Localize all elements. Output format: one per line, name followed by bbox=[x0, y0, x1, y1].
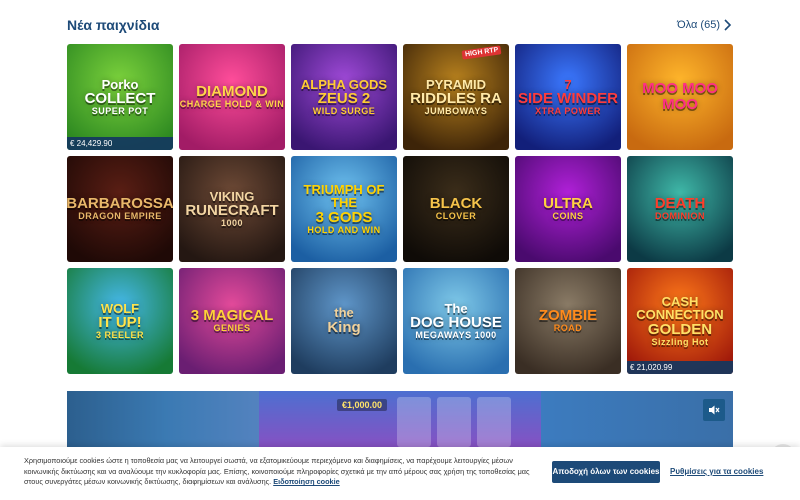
banner-reel bbox=[477, 397, 511, 447]
game-title-line: BLACK bbox=[429, 195, 483, 213]
game-title-line: SIDE WINDER bbox=[517, 90, 618, 108]
game-tile[interactable]: VIKING RUNECRAFT 1000 bbox=[179, 156, 285, 262]
game-title-line: DOG HOUSE bbox=[410, 314, 502, 332]
game-tile[interactable]: ALPHA GODS ZEUS 2 WILD SURGE bbox=[291, 44, 397, 150]
view-all-link[interactable]: Όλα (65) bbox=[677, 19, 732, 31]
jackpot-amount: € 24,429.90 bbox=[67, 137, 173, 150]
game-title-line: IT UP! bbox=[98, 314, 142, 332]
game-title-line: the bbox=[334, 305, 354, 321]
game-tile[interactable]: WOLF IT UP! 3 REELER bbox=[67, 268, 173, 374]
game-title-line: SUPER POT bbox=[91, 105, 149, 116]
game-title-line: CASH CONNECTION bbox=[636, 293, 724, 323]
chevron-right-icon bbox=[724, 19, 732, 31]
game-title-line: COINS bbox=[552, 211, 584, 222]
game-title-line: TRIUMPH OF THE bbox=[303, 181, 385, 211]
game-title-line: CLOVER bbox=[435, 211, 477, 222]
game-title-line: 3 REELER bbox=[95, 329, 144, 340]
games-grid: Porko COLLECT SUPER POT € 24,429.90 DIAMOND C… bbox=[67, 44, 733, 374]
game-title-line: ZOMBIE bbox=[538, 307, 598, 325]
cookie-notice-link[interactable]: Ειδοποίηση cookie bbox=[273, 477, 340, 486]
game-title-line: ZEUS 2 bbox=[317, 90, 371, 108]
game-tile[interactable]: MOO MOO MOO bbox=[627, 44, 733, 150]
game-title-line: ULTRA bbox=[543, 195, 593, 213]
game-title-line: XTRA POWER bbox=[535, 105, 601, 116]
game-title-line: COLLECT bbox=[84, 90, 156, 108]
game-tile[interactable]: DEATH DOMINION bbox=[627, 156, 733, 262]
game-title-line: BARBAROSSA bbox=[67, 195, 173, 213]
view-all-label: Όλα (65) bbox=[677, 19, 720, 31]
game-title-line: 3 GODS bbox=[315, 209, 373, 227]
game-title-line: GOLDEN bbox=[647, 321, 713, 339]
speaker-muted-icon bbox=[709, 405, 720, 415]
banner-reel bbox=[437, 397, 471, 447]
game-title-line: JUMBOWAYS bbox=[424, 105, 488, 116]
game-title-line: RIDDLES RA bbox=[410, 90, 502, 108]
game-title-line: CHARGE HOLD & WIN bbox=[179, 99, 285, 110]
game-tile[interactable]: ULTRA COINS bbox=[515, 156, 621, 262]
game-title-line: MOO MOO MOO bbox=[642, 80, 718, 113]
cookie-settings-link[interactable]: Ρυθμίσεις για τα cookies bbox=[670, 467, 763, 476]
game-badge: HIGH RTP bbox=[461, 45, 502, 60]
game-title-line: RUNECRAFT bbox=[185, 202, 279, 220]
banner-reel bbox=[397, 397, 431, 447]
promo-banner[interactable]: €1,000.00 bbox=[67, 391, 733, 451]
game-tile[interactable]: CASH CONNECTION GOLDEN Sizzling Hot € 21,02… bbox=[627, 268, 733, 374]
game-title-line: DIAMOND bbox=[196, 83, 268, 101]
game-tile[interactable]: 7 SIDE WINDER XTRA POWER bbox=[515, 44, 621, 150]
game-title-line: 1000 bbox=[220, 217, 244, 228]
game-tile[interactable]: BARBAROSSA DRAGON EMPIRE bbox=[67, 156, 173, 262]
accept-cookies-button[interactable]: Αποδοχή όλων των cookies bbox=[552, 461, 660, 483]
cookie-text: Χρησιμοποιούμε cookies ώστε η τοποθεσία … bbox=[24, 456, 534, 488]
game-title-line: King bbox=[327, 318, 361, 336]
game-tile[interactable]: PYRAMID RIDDLES RA JUMBOWAYS HIGH RTP bbox=[403, 44, 509, 150]
game-title-line: HOLD AND WIN bbox=[307, 224, 381, 235]
game-tile[interactable]: The DOG HOUSE MEGAWAYS 1000 bbox=[403, 268, 509, 374]
game-tile[interactable]: DIAMOND CHARGE HOLD & WIN bbox=[179, 44, 285, 150]
game-title-line: ROAD bbox=[553, 323, 583, 334]
game-title-line: MEGAWAYS 1000 bbox=[415, 329, 497, 340]
game-tile[interactable]: 3 MAGICAL GENIES bbox=[179, 268, 285, 374]
game-title-line: DRAGON EMPIRE bbox=[78, 211, 162, 222]
game-tile[interactable]: ZOMBIE ROAD bbox=[515, 268, 621, 374]
cookie-banner: Χρησιμοποιούμε cookies ώστε η τοποθεσία … bbox=[0, 447, 800, 500]
game-title-line: DOMINION bbox=[655, 211, 705, 222]
mute-button[interactable] bbox=[703, 399, 725, 421]
game-tile[interactable]: BLACK CLOVER bbox=[403, 156, 509, 262]
game-tile[interactable]: the King bbox=[291, 268, 397, 374]
game-tile[interactable]: TRIUMPH OF THE 3 GODS HOLD AND WIN bbox=[291, 156, 397, 262]
game-title-line: Sizzling Hot bbox=[651, 336, 709, 347]
section-title: Νέα παιχνίδια bbox=[67, 17, 160, 33]
game-tile[interactable]: Porko COLLECT SUPER POT € 24,429.90 bbox=[67, 44, 173, 150]
game-title-line: 3 MAGICAL bbox=[190, 307, 274, 325]
game-title-line: WILD SURGE bbox=[312, 105, 376, 116]
game-title-line: GENIES bbox=[213, 323, 251, 334]
jackpot-amount: € 21,020.99 bbox=[627, 361, 733, 374]
game-title-line: DEATH bbox=[654, 195, 706, 213]
banner-win-amount: €1,000.00 bbox=[337, 399, 388, 411]
